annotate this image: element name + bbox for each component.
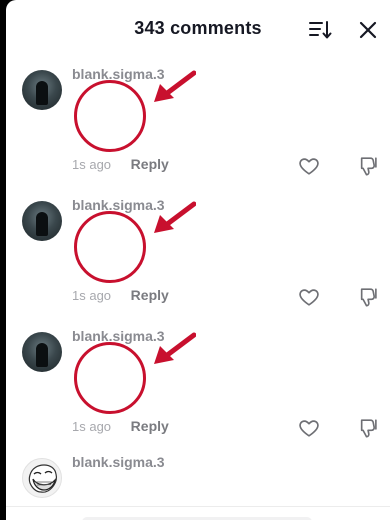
reply-button[interactable]: Reply [131,287,169,303]
comment-item: blank.sigma.3 1s ago Reply [6,195,390,325]
dislike-button[interactable] [358,417,380,439]
close-icon [359,21,377,39]
trollface-avatar-icon [28,464,57,493]
avatar[interactable] [22,332,62,372]
annotation-circle [74,342,146,414]
sort-button[interactable] [308,18,332,42]
avatar-figure [36,343,48,367]
thumbs-down-icon [360,288,377,307]
comment-time: 1s ago [72,419,112,434]
comment-meta: 1s ago Reply [72,287,169,303]
avatar[interactable] [22,201,62,241]
annotation-arrow-icon [154,201,196,233]
annotation-arrow-icon [154,70,196,102]
heart-outline-icon [299,289,319,306]
comments-header: 343 comments [6,0,390,60]
dislike-button[interactable] [358,286,380,308]
close-button[interactable] [358,20,378,40]
thumbs-down-icon [360,157,377,176]
comment-username[interactable]: blank.sigma.3 [72,328,165,344]
heart-outline-icon [299,420,319,437]
comment-meta: 1s ago Reply [72,418,169,434]
avatar[interactable] [22,458,62,498]
comments-sheet: 343 comments blank.sigma.3 1s ago Reply … [6,0,390,520]
like-button[interactable] [298,417,320,439]
dislike-button[interactable] [358,155,380,177]
reply-button[interactable]: Reply [131,156,169,172]
avatar-figure [36,212,48,236]
comment-username[interactable]: blank.sigma.3 [72,454,165,470]
annotation-circle [74,80,146,152]
annotation-arrow-icon [154,332,196,364]
comment-meta: 1s ago Reply [72,156,169,172]
reply-button[interactable]: Reply [131,418,169,434]
comment-time: 1s ago [72,157,112,172]
like-button[interactable] [298,286,320,308]
comment-item: blank.sigma.3 1s ago Reply [6,64,390,194]
comment-time: 1s ago [72,288,112,303]
comment-item: blank.sigma.3 1s ago Reply [6,326,390,456]
comment-input-bar [6,506,390,520]
annotation-circle [74,211,146,283]
avatar-figure [36,81,48,105]
comments-count-title: 343 comments [134,18,262,38]
comment-username[interactable]: blank.sigma.3 [72,197,165,213]
comment-username[interactable]: blank.sigma.3 [72,66,165,82]
avatar[interactable] [22,70,62,110]
like-button[interactable] [298,155,320,177]
thumbs-down-icon [360,419,377,438]
heart-outline-icon [299,158,319,175]
sort-icon [309,21,332,39]
